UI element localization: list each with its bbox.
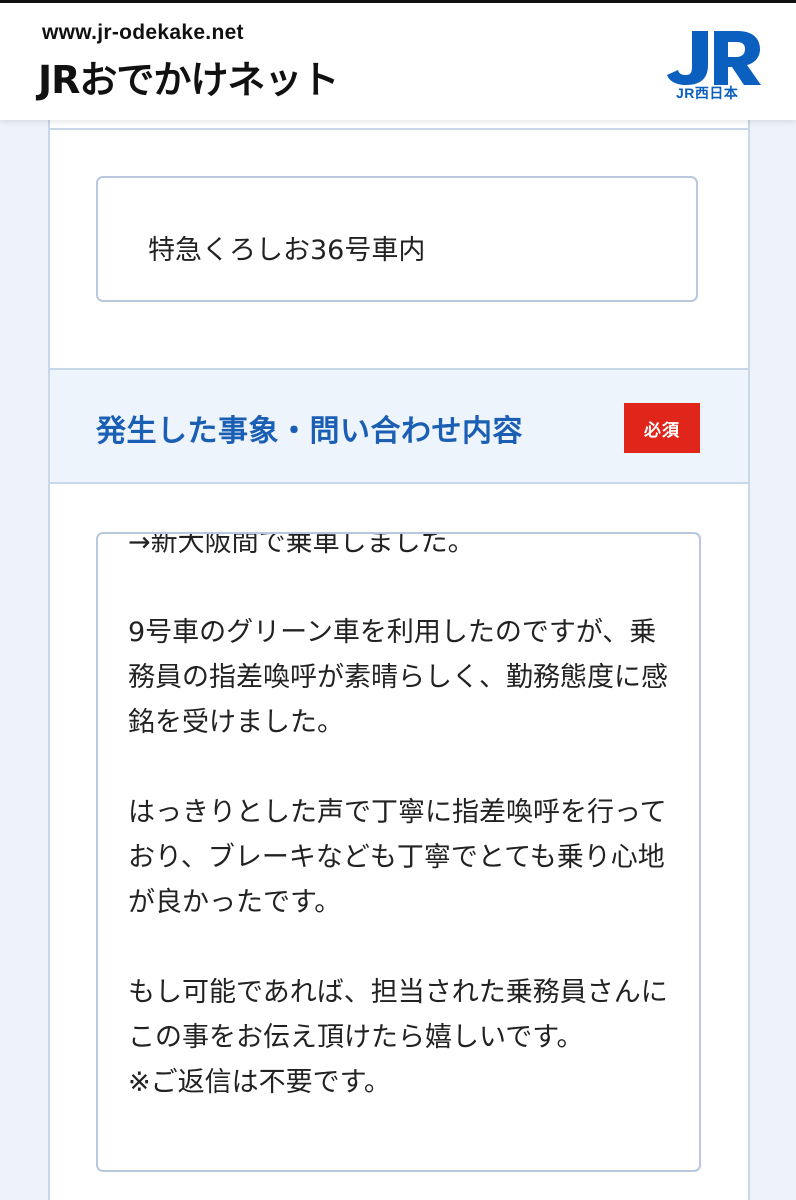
site-logo-text: JRおでかけネット <box>38 57 339 102</box>
section-divider <box>50 128 748 130</box>
site-logo[interactable]: JRおでかけネット <box>38 53 339 102</box>
inquiry-textarea-value: →新大阪間で乗車しました。 9号車のグリーン車を利用したのですが、乗務員の指差喚… <box>128 532 668 1098</box>
site-header: www.jr-odekake.net JRおでかけネット JR西日本 <box>0 3 796 120</box>
site-url[interactable]: www.jr-odekake.net <box>42 21 244 45</box>
jr-west-caption: JR西日本 <box>676 85 739 101</box>
required-badge: 必須 <box>624 403 700 453</box>
location-field-value: 特急くろしお36号車内 <box>148 235 426 266</box>
inquiry-form: 特急くろしお36号車内 発生した事象・問い合わせ内容 必須 →新大阪間で乗車しま… <box>48 120 750 1200</box>
location-field[interactable]: 特急くろしお36号車内 <box>96 176 698 302</box>
inquiry-textarea[interactable]: →新大阪間で乗車しました。 9号車のグリーン車を利用したのですが、乗務員の指差喚… <box>96 532 701 1172</box>
inquiry-label-row: 発生した事象・問い合わせ内容 必須 <box>50 368 748 484</box>
inquiry-field-label: 発生した事象・問い合わせ内容 <box>96 414 523 449</box>
page: www.jr-odekake.net JRおでかけネット JR西日本 特急くろし… <box>0 0 796 1200</box>
